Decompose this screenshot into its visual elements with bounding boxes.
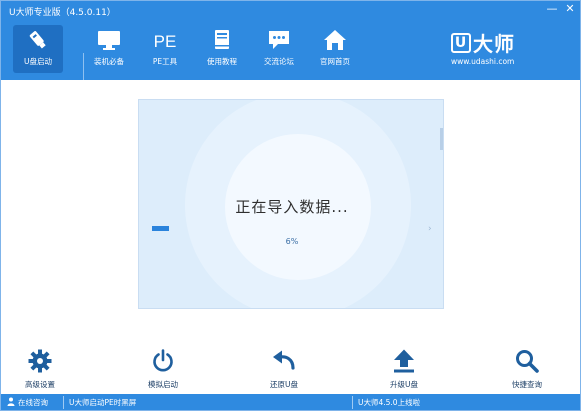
brand-wordmark: U 大师	[451, 33, 551, 55]
toolbar-label: 还原U盘	[270, 380, 298, 389]
upload-arrow-icon	[394, 349, 414, 373]
power-icon	[153, 349, 173, 372]
toolbar-label: 模拟启动	[148, 380, 178, 389]
nav-item-usb-boot[interactable]: U盘启动	[13, 25, 63, 73]
undo-arrow-icon	[273, 350, 295, 370]
usb-drive-icon	[29, 31, 46, 49]
home-icon	[324, 30, 346, 50]
nav-item-label: U盘启动	[24, 57, 52, 66]
nav-item-tutorial[interactable]: 使用教程	[197, 25, 247, 73]
bottom-toolbar: 高级设置 模拟启动 还原U盘 升级U盘 快捷查询	[1, 342, 580, 394]
upgrade-usb-button[interactable]: 升级U盘	[369, 348, 439, 390]
brand-u-mark: U	[451, 33, 471, 53]
window-title: U大师专业版（4.5.0.11）	[9, 8, 116, 18]
online-consult-link[interactable]: 在线咨询	[3, 394, 48, 410]
simulate-boot-button[interactable]: 模拟启动	[128, 348, 198, 390]
status-notice-link[interactable]: U大师启动PE时黑屏	[65, 394, 136, 410]
advanced-settings-button[interactable]: 高级设置	[5, 348, 75, 390]
svg-text:PE: PE	[154, 32, 177, 51]
main-content: 正在导入数据... 6% ›	[1, 80, 580, 342]
nav-item-forum[interactable]: 交流论坛	[254, 25, 304, 73]
restore-usb-button[interactable]: 还原U盘	[249, 348, 319, 390]
chevron-right-icon[interactable]: ›	[428, 224, 432, 234]
nav-item-label: 使用教程	[207, 57, 237, 66]
chat-bubble-icon	[269, 31, 289, 49]
nav-item-label: PE工具	[152, 57, 178, 66]
monitor-icon	[98, 31, 120, 50]
brand-logo: U 大师 www.udashi.com	[451, 33, 551, 67]
gear-icon	[28, 349, 52, 373]
toolbar-label: 升级U盘	[390, 380, 418, 389]
nav-item-label: 交流论坛	[264, 57, 294, 66]
status-divider	[352, 396, 353, 409]
nav-item-pe-tools[interactable]: PE PE工具	[140, 25, 190, 73]
toolbar-label: 快捷查询	[512, 380, 542, 389]
quick-lookup-button[interactable]: 快捷查询	[492, 348, 562, 390]
import-progress-panel: 正在导入数据... 6% ›	[138, 99, 444, 309]
release-notice-link[interactable]: U大师4.5.0上线啦	[354, 394, 420, 410]
book-icon	[215, 30, 229, 49]
close-button[interactable]: ✕	[563, 3, 577, 15]
header-bar: U大师专业版（4.5.0.11） — ✕ U盘启动 装机必备 PE PE工具 使…	[1, 1, 580, 91]
nav-item-label: 装机必备	[94, 57, 124, 66]
nav-item-essentials[interactable]: 装机必备	[84, 25, 134, 73]
person-icon	[7, 397, 15, 406]
progress-percent: 6%	[285, 237, 299, 246]
panel-scrollbar[interactable]	[440, 128, 443, 150]
status-divider	[63, 396, 64, 409]
minimize-button[interactable]: —	[545, 3, 559, 15]
online-consult-label: 在线咨询	[18, 398, 48, 407]
progress-bar-fill	[152, 226, 169, 231]
toolbar-label: 高级设置	[25, 380, 55, 389]
search-icon	[516, 350, 539, 373]
brand-url: www.udashi.com	[451, 57, 515, 66]
pe-text-icon: PE	[154, 32, 177, 51]
nav-item-label: 官网首页	[320, 57, 350, 66]
brand-name: 大师	[473, 32, 515, 56]
nav-item-homepage[interactable]: 官网首页	[310, 25, 360, 73]
app-window: U大师专业版（4.5.0.11） — ✕ U盘启动 装机必备 PE PE工具 使…	[0, 0, 581, 411]
status-bar: 在线咨询 U大师启动PE时黑屏 U大师4.5.0上线啦	[1, 394, 580, 410]
progress-title: 正在导入数据...	[235, 198, 349, 216]
